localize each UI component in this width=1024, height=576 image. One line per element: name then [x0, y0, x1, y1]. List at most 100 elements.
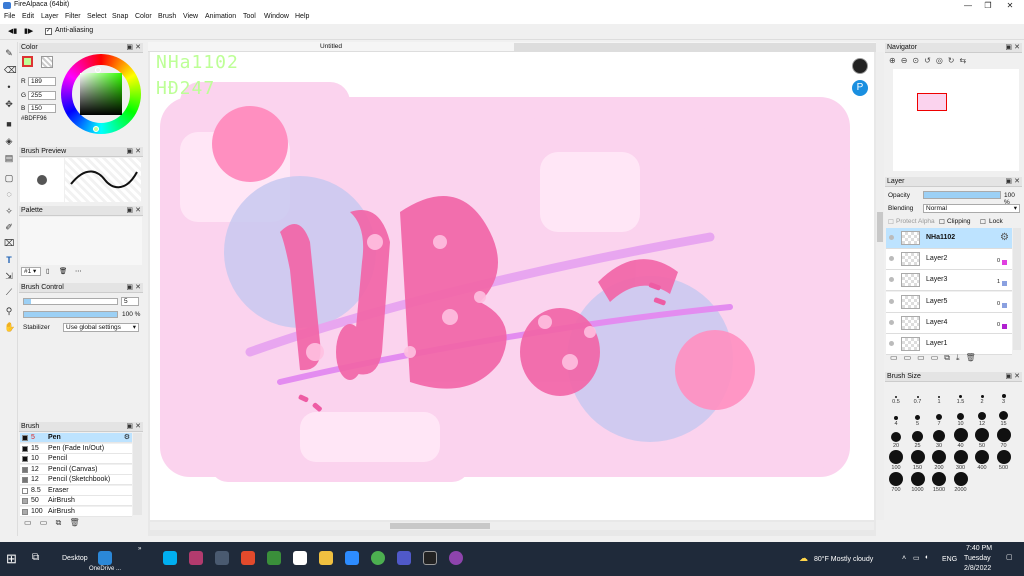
expand-icon[interactable]: »	[138, 546, 141, 552]
hue-marker[interactable]	[95, 67, 101, 73]
brush-size-option[interactable]: 12	[972, 406, 992, 427]
lasso-tool-icon[interactable]: ◌	[4, 189, 14, 199]
file-explorer-icon[interactable]	[319, 551, 333, 565]
select-tool-icon[interactable]: ▢	[4, 173, 14, 183]
close-icon[interactable]: ✕	[135, 206, 141, 214]
horizontal-scrollbar[interactable]	[150, 522, 874, 530]
hue-wheel[interactable]	[61, 54, 141, 134]
brush-size-option[interactable]: 30	[929, 428, 949, 449]
lock-checkbox[interactable]: ☐	[980, 218, 986, 226]
chrome-icon[interactable]	[371, 551, 385, 565]
volume-icon[interactable]: ◐	[925, 554, 929, 561]
firealpaca-icon[interactable]	[423, 551, 437, 565]
delete-palette-icon[interactable]: 🗑	[59, 267, 67, 275]
brush-size-option[interactable]: 500	[994, 450, 1014, 471]
prev-icon[interactable]: ◀▮	[8, 27, 17, 35]
onedrive-icon[interactable]	[98, 551, 112, 565]
close-icon[interactable]: ✕	[1000, 0, 1020, 11]
minimize-icon[interactable]: —	[958, 0, 978, 11]
new-8bit-layer-icon[interactable]: ▭	[904, 353, 918, 362]
zoom-icon[interactable]	[345, 551, 359, 565]
brush-size-option[interactable]: 400	[972, 450, 992, 471]
move-tool-icon[interactable]: ✥	[4, 99, 14, 109]
brush-item[interactable]: 50 AirBrush	[20, 496, 132, 506]
rotate-right-icon[interactable]: ↻	[948, 56, 960, 65]
fill-tool-icon[interactable]: ■	[4, 119, 14, 129]
zoom-out-icon[interactable]: ⊖	[901, 56, 913, 65]
drawing-canvas[interactable]: NHa1102 HĐ247 P	[150, 52, 874, 520]
select-eraser-icon[interactable]: ⌧	[4, 238, 14, 248]
visibility-icon[interactable]	[889, 256, 894, 262]
desktop-label[interactable]: Desktop	[62, 555, 88, 562]
visibility-icon[interactable]	[889, 277, 894, 283]
layer-row[interactable]: Layer1	[886, 334, 1012, 355]
r-field[interactable]: 189	[28, 77, 56, 86]
new-1bit-layer-icon[interactable]: ▭	[917, 353, 931, 362]
brush-size-option[interactable]: 100	[886, 450, 906, 471]
brush-size-option[interactable]: 25	[908, 428, 928, 449]
brush-size-option[interactable]: 1	[929, 384, 949, 405]
layer-row[interactable]: Layer5 0	[886, 291, 1012, 313]
clipping-checkbox[interactable]: ☐	[939, 218, 945, 226]
menu-edit[interactable]: Edit	[22, 13, 34, 20]
menu-help[interactable]: Help	[295, 13, 309, 20]
menu-snap[interactable]: Snap	[112, 13, 128, 20]
brush-size-field[interactable]: 5	[121, 297, 139, 306]
clock-time[interactable]: 7:40 PM	[966, 545, 992, 552]
brush-item[interactable]: 10 Pencil	[20, 454, 132, 464]
stabilizer-select[interactable]: Use global settings ▾	[63, 323, 139, 332]
layer-list-scrollbar[interactable]	[1013, 228, 1021, 350]
brush-size-option[interactable]: 1.5	[951, 384, 971, 405]
skype-icon[interactable]	[163, 551, 177, 565]
duplicate-brush-icon[interactable]: ▭	[40, 518, 48, 527]
brush-size-option[interactable]: 3	[994, 384, 1014, 405]
menu-file[interactable]: File	[4, 13, 15, 20]
chevron-up-icon[interactable]: ˄	[902, 555, 906, 562]
wifi-app-icon[interactable]	[241, 551, 255, 565]
visibility-icon[interactable]	[889, 235, 894, 240]
hand-tool-icon[interactable]: ✋	[4, 322, 15, 332]
operation-tool-icon[interactable]: ⇲	[4, 271, 14, 281]
brush-size-option[interactable]: 40	[951, 428, 971, 449]
float-icon[interactable]: ▣	[1005, 372, 1012, 380]
brush-size-option[interactable]: 200	[929, 450, 949, 471]
browser-icon[interactable]	[449, 551, 463, 565]
delete-layer-icon[interactable]: 🗑	[966, 353, 982, 362]
brush-size-option[interactable]: 10	[951, 406, 971, 427]
visibility-icon[interactable]	[889, 341, 894, 346]
brush-item[interactable]: 15 Pen (Fade In/Out)	[20, 443, 132, 454]
excel-like-icon[interactable]	[267, 551, 281, 565]
sv-marker[interactable]	[93, 126, 99, 132]
merge-down-icon[interactable]: ⤓	[956, 353, 966, 362]
float-icon[interactable]: ▣	[126, 283, 133, 291]
viewport-rect[interactable]	[917, 93, 947, 111]
zoom-fit-icon[interactable]: ⊙	[912, 56, 924, 65]
network-icon[interactable]: ▭	[913, 554, 920, 562]
layer-row[interactable]: Layer3 1	[886, 270, 1012, 292]
brush-item[interactable]: 12 Pencil (Sketchbook)	[20, 475, 132, 485]
gear-icon[interactable]: ⚙	[1000, 232, 1009, 243]
gradient-tool-icon[interactable]: ▤	[4, 153, 14, 163]
app-g-icon[interactable]	[189, 551, 203, 565]
document-tab[interactable]: Untitled	[320, 43, 342, 50]
bucket-tool-icon[interactable]: ◈	[4, 136, 14, 146]
new-layer-icon[interactable]: ▭	[890, 353, 904, 362]
layer-row[interactable]: NHa1102 ⚙	[886, 228, 1012, 249]
new-folder-icon[interactable]: ▭	[931, 353, 945, 362]
restore-icon[interactable]: ❐	[978, 0, 998, 11]
close-icon[interactable]: ✕	[1014, 372, 1020, 380]
brush-size-option[interactable]: 1500	[929, 472, 949, 493]
brush-size-option[interactable]: 700	[886, 472, 906, 493]
primary-color-swatch[interactable]	[22, 56, 33, 67]
vertical-scrollbar[interactable]	[876, 52, 884, 520]
brush-size-option[interactable]: 2	[972, 384, 992, 405]
brush-item[interactable]: 5 Pen ⚙	[20, 433, 132, 443]
layer-opacity-slider[interactable]	[923, 191, 1001, 199]
b-field[interactable]: 150	[28, 104, 56, 113]
float-icon[interactable]: ▣	[126, 147, 133, 155]
brush-item[interactable]: 12 Pencil (Canvas)	[20, 464, 132, 475]
layer-row[interactable]: Layer2 0	[886, 249, 1012, 271]
brush-size-slider[interactable]	[23, 298, 118, 305]
close-icon[interactable]: ✕	[135, 283, 141, 291]
menu-animation[interactable]: Animation	[205, 13, 236, 20]
